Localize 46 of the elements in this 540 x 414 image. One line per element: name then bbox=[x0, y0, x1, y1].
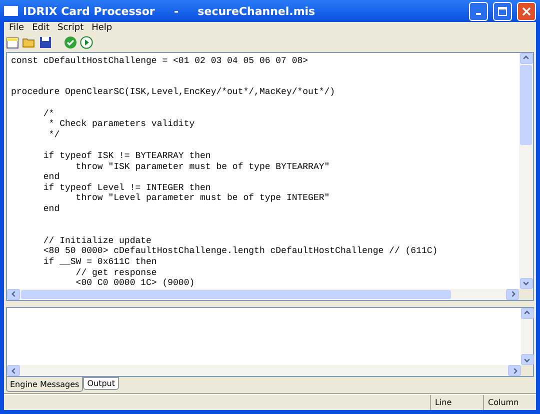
code-line: // Initialize update bbox=[42, 236, 152, 246]
vertical-scrollbar[interactable] bbox=[519, 52, 533, 289]
app-icon bbox=[4, 6, 18, 16]
caret-left-icon bbox=[10, 290, 18, 298]
menu-item[interactable]: Script bbox=[54, 22, 87, 33]
folder-icon[interactable] bbox=[22, 36, 36, 49]
code-line: if typeof ISK != BYTEARRAY then bbox=[42, 150, 212, 162]
code-line: * Check parameters validity bbox=[48, 119, 196, 130]
window-title: IDRIX Card Processor - secureChannel.mis bbox=[23, 4, 316, 18]
minimize-button[interactable] bbox=[469, 2, 488, 20]
vertical-scrollbar[interactable] bbox=[521, 308, 533, 366]
panel-tab[interactable]: Engine Messages bbox=[6, 377, 84, 392]
maximize-button[interactable] bbox=[493, 2, 512, 20]
play-icon[interactable] bbox=[80, 36, 93, 49]
code-line: <80 50 0000> cDefaultHostChallenge.length cDefaultHostChallenge // (611C) bbox=[42, 246, 439, 257]
menu-item[interactable]: Help bbox=[88, 22, 116, 33]
caret-down-icon bbox=[522, 279, 530, 288]
code-editor[interactable] bbox=[6, 52, 534, 301]
close-icon bbox=[522, 6, 531, 16]
code-line: // get response bbox=[74, 268, 158, 278]
scrollbar-corner bbox=[521, 365, 533, 376]
code-line: end bbox=[42, 172, 61, 183]
caret-left-icon bbox=[10, 366, 18, 375]
code-line: if typeof Level != INTEGER then bbox=[42, 182, 212, 194]
maximize-icon bbox=[498, 6, 507, 16]
code-line: throw "ISK parameter must be of type BYTEARRAY" bbox=[74, 162, 331, 172]
code-line: throw "Level parameter must be of type INTEGER" bbox=[74, 193, 331, 204]
code-line: */ bbox=[48, 130, 61, 140]
close-button[interactable] bbox=[517, 2, 536, 20]
code-line: /* bbox=[42, 108, 56, 120]
scrollbar-corner bbox=[519, 288, 533, 300]
menu-item[interactable]: Edit bbox=[29, 22, 52, 33]
code-line: const cDefaultHostChallenge = <01 02 03 04 05 06 07 08> bbox=[11, 56, 310, 66]
status-field: Line bbox=[430, 394, 483, 410]
code-line: if __SW = 0x611C then bbox=[42, 256, 158, 268]
horizontal-scrollbar[interactable] bbox=[7, 365, 521, 376]
horizontal-scrollbar[interactable] bbox=[7, 288, 519, 300]
menu-item[interactable]: File bbox=[6, 22, 28, 33]
code-line: end bbox=[42, 204, 61, 215]
code-line: procedure OpenClearSC(ISK,Level,EncKey/*out*/,MacKey/*out*/) bbox=[11, 87, 336, 98]
new-file-icon[interactable] bbox=[6, 36, 19, 49]
code-line: <00 C0 0000 1C> (9000) bbox=[74, 278, 196, 289]
save-icon[interactable] bbox=[39, 36, 52, 49]
panel-tab[interactable]: Output bbox=[83, 377, 119, 390]
check-icon[interactable] bbox=[64, 36, 77, 49]
status-field: Column bbox=[483, 394, 536, 410]
